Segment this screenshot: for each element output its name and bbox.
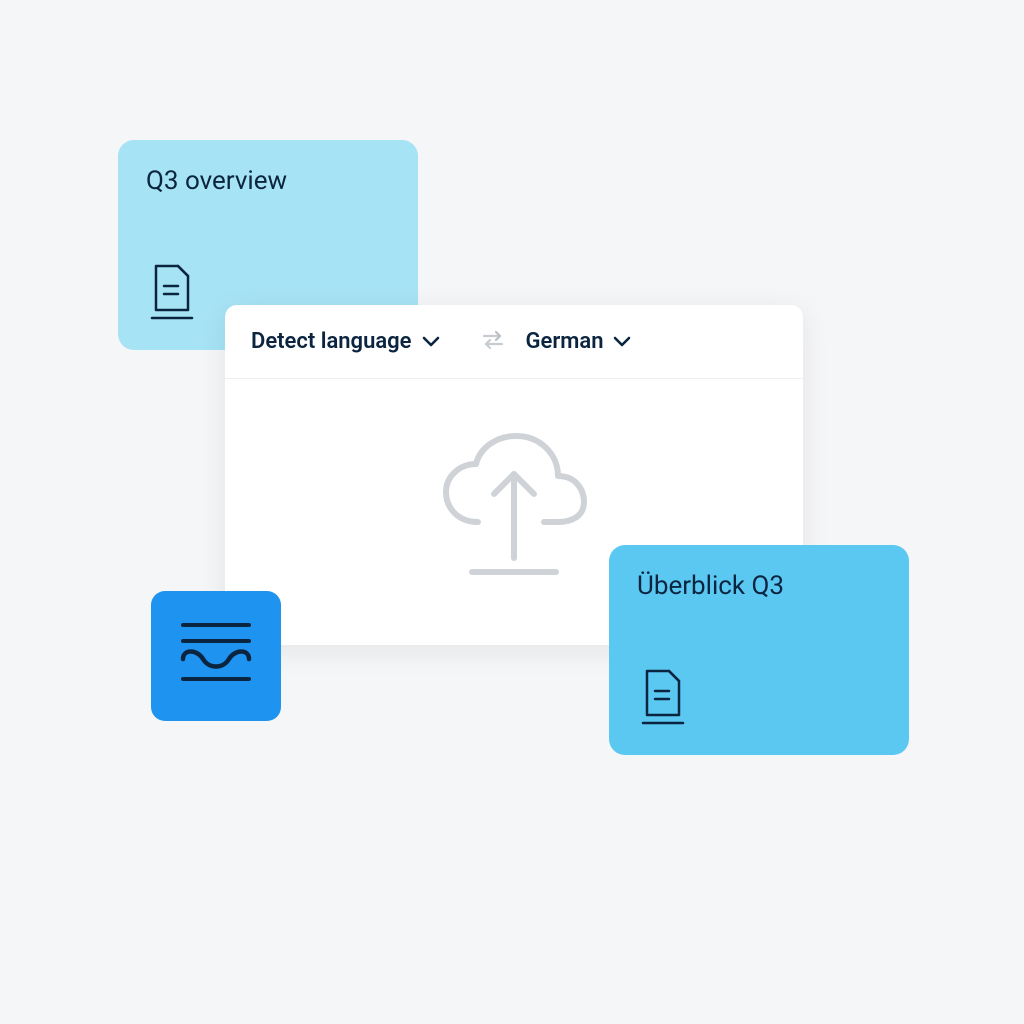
- source-language-label: Detect language: [251, 329, 412, 354]
- target-language-select[interactable]: German: [526, 329, 632, 354]
- translation-memory-tile[interactable]: [151, 591, 281, 721]
- translate-panel-header: Detect language German: [225, 305, 803, 379]
- document-icon: [639, 667, 687, 731]
- chevron-down-icon: [613, 329, 631, 354]
- swap-arrows-icon: [480, 329, 506, 355]
- chevron-down-icon: [422, 329, 440, 354]
- infinity-lines-icon: [171, 609, 261, 703]
- document-icon: [148, 262, 196, 326]
- target-document-card[interactable]: Überblick Q3: [609, 545, 909, 755]
- swap-languages-button[interactable]: [480, 329, 506, 355]
- target-language-label: German: [526, 329, 604, 354]
- target-document-title: Überblick Q3: [637, 571, 881, 601]
- cloud-upload-icon: [424, 430, 604, 594]
- source-document-title: Q3 overview: [146, 166, 390, 196]
- source-language-select[interactable]: Detect language: [251, 329, 440, 354]
